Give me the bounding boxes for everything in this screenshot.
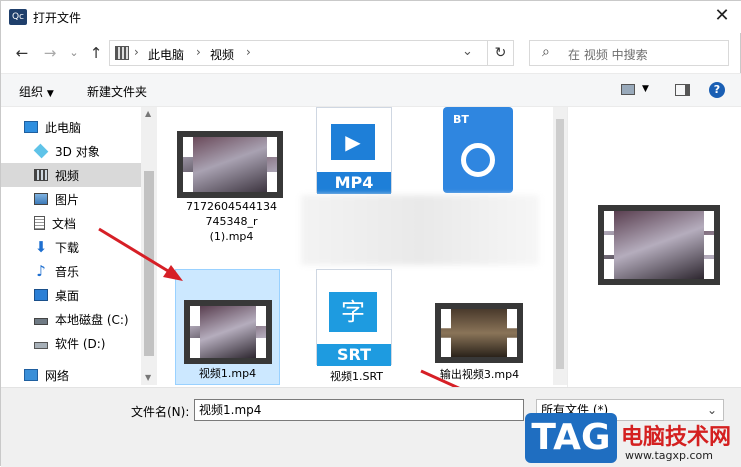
- watermark-logo: TAG: [525, 413, 617, 463]
- watermark-text: 电脑技术网: [621, 425, 732, 450]
- arrow-head: [163, 265, 183, 281]
- watermark: TAG 电脑技术网 www.tagxp.com: [525, 413, 741, 467]
- filename-label: 文件名(N):: [131, 405, 190, 419]
- watermark-url: www.tagxp.com: [625, 449, 713, 462]
- annotation-arrow: [98, 227, 174, 276]
- open-file-dialog: Qc 打开文件 ✕ ← → ⌄ ↑ › 此电脑 › 视频 › ⌄ ↻ ⌕ 在 视…: [0, 0, 741, 467]
- filename-input[interactable]: 视频1.mp4: [194, 399, 524, 421]
